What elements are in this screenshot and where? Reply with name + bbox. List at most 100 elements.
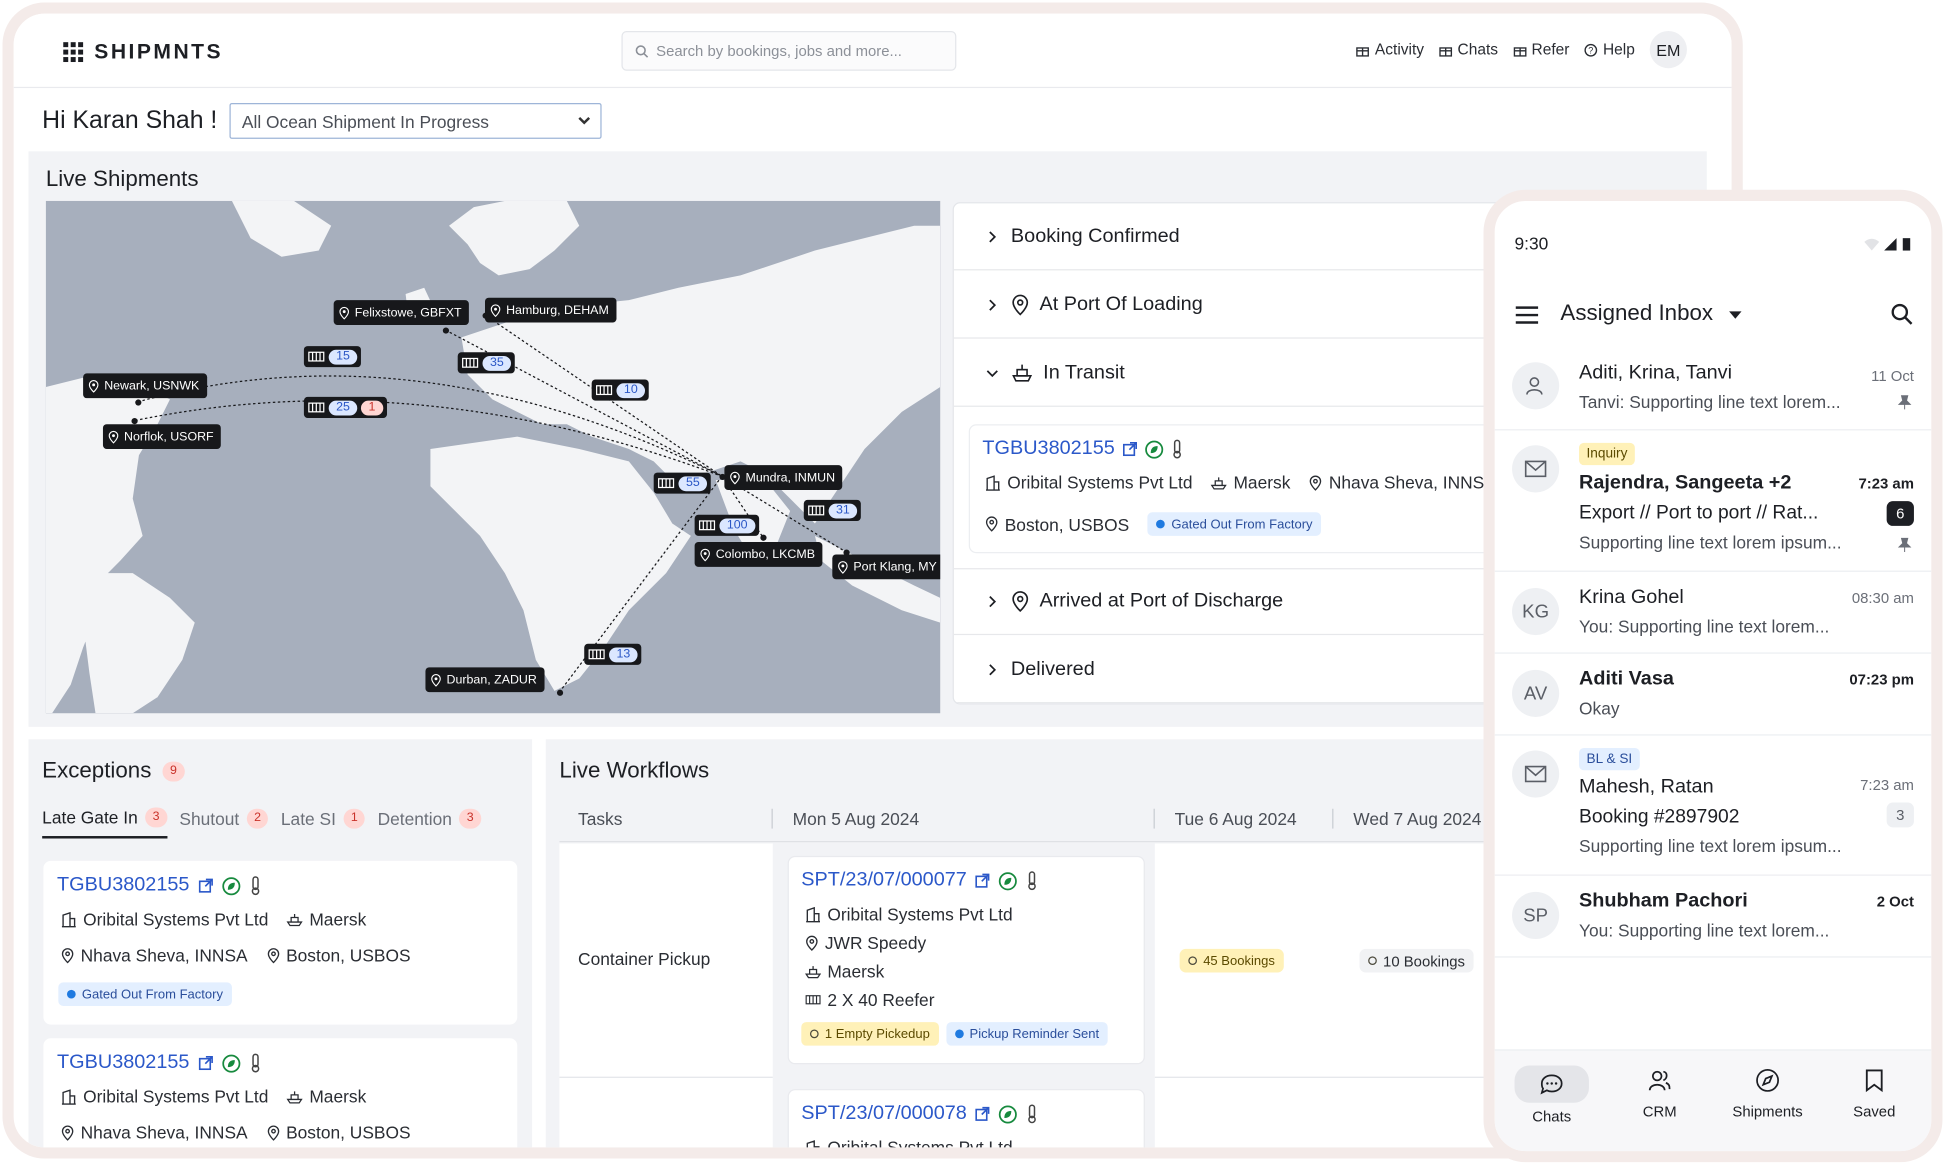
container-count-badge[interactable]: 55 xyxy=(653,472,711,494)
external-link-icon[interactable] xyxy=(975,873,990,888)
workflow-card[interactable]: SPT/23/07/000078 Oribital Systems Pvt Lt… xyxy=(787,1089,1145,1148)
search-icon[interactable] xyxy=(1890,303,1914,327)
container-count-badge[interactable]: 15 xyxy=(303,346,362,368)
chevron-right-icon xyxy=(989,663,997,675)
container-icon xyxy=(462,357,479,368)
stage-booking-confirmed[interactable]: Booking Confirmed xyxy=(953,203,1510,271)
tue-bookings-tag[interactable]: 45 Bookings xyxy=(1179,948,1284,973)
conversation-row[interactable]: KG Krina Gohel You: Supporting line text… xyxy=(1494,572,1932,654)
world-map[interactable]: Felixstowe, GBFXT Hamburg, DEHAM Newark,… xyxy=(45,200,941,714)
shipment-filter-select[interactable]: All Ocean Shipment In Progress xyxy=(229,102,602,139)
conversation-row[interactable]: AV Aditi Vasa Okay 07:23 pm xyxy=(1494,654,1932,736)
wed-bookings-tag[interactable]: 10 Bookings xyxy=(1359,948,1474,973)
conversation-row[interactable]: SP Shubham Pachori You: Supporting line … xyxy=(1494,876,1932,958)
container-count-badge[interactable]: 13 xyxy=(584,643,642,665)
stage-delivered[interactable]: Delivered xyxy=(953,636,1510,704)
bottom-nav: Chats CRM Shipments Saved xyxy=(1494,1049,1932,1152)
menu-icon[interactable] xyxy=(1515,305,1540,325)
destination-port: Boston, USBOS xyxy=(286,1122,411,1143)
location-pin-icon xyxy=(838,560,848,574)
desktop-window: SHIPMNTS Search by bookings, jobs and mo… xyxy=(2,2,1743,1159)
count-value: 100 xyxy=(719,517,756,533)
bookmark-icon xyxy=(1865,1069,1883,1093)
job-equipment: 2 X 40 Reefer xyxy=(805,990,935,1010)
thermometer-icon xyxy=(1028,871,1037,891)
port-pin-felixstowe[interactable]: Felixstowe, GBFXT xyxy=(333,300,470,325)
pin-icon[interactable] xyxy=(1897,394,1912,410)
in-transit-shipment-card[interactable]: TGBU3802155 Oribital Systems Pvt Ltd Mae… xyxy=(968,424,1510,554)
container-count-badge[interactable]: 31 xyxy=(803,499,861,521)
alert-count: 1 xyxy=(361,400,383,415)
container-count-badge[interactable]: 10 xyxy=(591,379,649,401)
conversation-row[interactable]: Inquiry Rajendra, Sangeeta +2 Export // … xyxy=(1494,430,1932,572)
nav-help[interactable]: ? Help xyxy=(1584,41,1635,58)
port-pin-port-klang[interactable]: Port Klang, MY xyxy=(832,554,941,580)
port-pin-durban[interactable]: Durban, ZADUR xyxy=(425,667,545,693)
conversation-subject: Export // Port to port // Rat... xyxy=(1579,502,1819,524)
building-icon xyxy=(61,1088,76,1105)
port-pin-norfolk[interactable]: Norflok, USORF xyxy=(102,424,222,450)
tab-late-si[interactable]: Late SI 1 xyxy=(281,808,366,838)
location-pin-icon xyxy=(1012,294,1029,315)
inbox-title[interactable]: Assigned Inbox xyxy=(1560,300,1713,326)
nav-tab-chats[interactable]: Chats xyxy=(1502,1065,1601,1125)
apps-grid-icon xyxy=(63,42,84,63)
user-avatar[interactable]: EM xyxy=(1649,31,1687,69)
conversation-row[interactable]: BL & SI Mahesh, Ratan Booking #2897902 S… xyxy=(1494,736,1932,876)
mail-icon xyxy=(1524,765,1547,783)
tab-shutout[interactable]: Shutout 2 xyxy=(179,808,269,838)
tag-text: Pickup Reminder Sent xyxy=(969,1026,1100,1042)
nav-activity[interactable]: Activity xyxy=(1356,41,1424,58)
carrier-name: Maersk xyxy=(827,961,885,982)
workflow-card[interactable]: SPT/23/07/000077 Oribital Systems Pvt Lt… xyxy=(787,855,1145,1065)
exception-card[interactable]: TGBU3802155 Oribital Systems Pvt Ltd Mae… xyxy=(43,1038,518,1148)
job-ref-link[interactable]: SPT/23/07/000078 xyxy=(801,1103,967,1125)
conversation-preview: Supporting line text lorem ipsum... xyxy=(1579,532,1842,552)
carrier-ship-icon xyxy=(287,1090,304,1103)
location-pin-icon xyxy=(806,935,818,951)
location-pin-icon xyxy=(267,947,279,963)
stage-arrived-pod[interactable]: Arrived at Port of Discharge xyxy=(953,568,1510,636)
shipment-ref-link[interactable]: TGBU3802155 xyxy=(57,1052,189,1074)
logo[interactable]: SHIPMNTS xyxy=(63,40,223,65)
shipment-ref-link[interactable]: TGBU3802155 xyxy=(57,874,189,896)
pin-icon[interactable] xyxy=(1897,537,1912,553)
tab-detention[interactable]: Detention 3 xyxy=(378,808,482,838)
shipment-ref-link[interactable]: TGBU3802155 xyxy=(982,438,1114,460)
nav-tab-crm[interactable]: CRM xyxy=(1610,1066,1709,1120)
port-pin-newark[interactable]: Newark, USNWK xyxy=(83,373,207,399)
stage-at-port-of-loading[interactable]: At Port Of Loading xyxy=(953,272,1510,339)
tab-late-gate-in[interactable]: Late Gate In 3 xyxy=(42,807,167,839)
caret-down-icon[interactable] xyxy=(1728,310,1743,320)
nav-tab-shipments[interactable]: Shipments xyxy=(1718,1066,1817,1120)
search-input[interactable]: Search by bookings, jobs and more... xyxy=(621,31,957,71)
port-pin-hamburg[interactable]: Hamburg, DEHAM xyxy=(484,297,617,323)
col-tasks: Tasks xyxy=(559,808,773,828)
chevron-down-icon xyxy=(578,116,591,125)
external-link-icon[interactable] xyxy=(1122,442,1137,457)
shipment-company: Oribital Systems Pvt Ltd Maersk xyxy=(61,1087,366,1106)
nav-chats[interactable]: Chats xyxy=(1439,41,1498,58)
conversation-row[interactable]: Aditi, Krina, Tanvi Tanvi: Supporting li… xyxy=(1494,347,1932,431)
container-count-badge[interactable]: 100 xyxy=(694,514,759,536)
container-count-badge[interactable]: 35 xyxy=(457,352,515,374)
exceptions-count: 9 xyxy=(162,760,185,781)
stage-in-transit[interactable]: In Transit xyxy=(953,340,1510,407)
container-count-badge[interactable]: 25 1 xyxy=(303,396,387,419)
conversation-preview: Tanvi: Supporting line text lorem... xyxy=(1579,391,1841,412)
gift-icon xyxy=(1439,46,1453,56)
nav-tab-saved[interactable]: Saved xyxy=(1825,1066,1924,1120)
external-link-icon[interactable] xyxy=(975,1106,990,1121)
nav-refer[interactable]: Refer xyxy=(1513,41,1569,58)
port-pin-mundra[interactable]: Mundra, INMUN xyxy=(724,465,843,490)
port-pin-colombo[interactable]: Colombo, LKCMB xyxy=(694,542,823,567)
shipment-destination: Boston, USBOS Gated Out From Factory xyxy=(985,512,1322,536)
job-ref-link[interactable]: SPT/23/07/000077 xyxy=(801,870,967,892)
exception-card[interactable]: TGBU3802155 Oribital Systems Pvt Ltd Mae… xyxy=(43,860,518,1025)
building-icon xyxy=(61,911,76,927)
external-link-icon[interactable] xyxy=(198,1056,213,1071)
carrier-ship-icon xyxy=(805,965,822,978)
chat-bubble-icon xyxy=(1540,1074,1563,1095)
port-dot xyxy=(760,534,767,541)
external-link-icon[interactable] xyxy=(198,878,213,893)
